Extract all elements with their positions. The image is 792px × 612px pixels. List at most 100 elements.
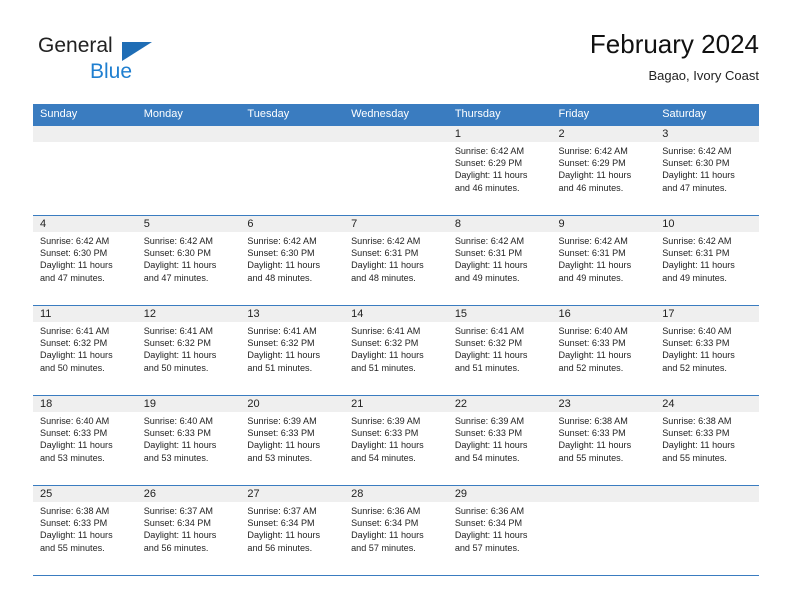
day-details: Sunrise: 6:40 AM Sunset: 6:33 PM Daylight:… (655, 322, 759, 374)
weekday-header-friday: Friday (551, 104, 656, 126)
calendar-day-cell[interactable]: 24 Sunrise: 6:38 AM Sunset: 6:33 PM Dayligh… (655, 395, 759, 486)
calendar-day-cell[interactable]: 14 Sunrise: 6:41 AM Sunset: 6:32 PM Dayligh… (344, 305, 448, 396)
daylight-text-line2: and 56 minutes. (143, 542, 209, 553)
daylight-text-line2: and 46 minutes. (558, 182, 624, 193)
calendar-day-cell[interactable]: 6 Sunrise: 6:42 AM Sunset: 6:30 PM Daylight… (240, 215, 345, 306)
calendar-day-cell[interactable]: 23 Sunrise: 6:38 AM Sunset: 6:33 PM Dayligh… (551, 395, 656, 486)
day-number: 7 (344, 216, 448, 232)
calendar-day-cell[interactable]: 5 Sunrise: 6:42 AM Sunset: 6:30 PM Daylight… (136, 215, 241, 306)
calendar-day-cell[interactable]: 21 Sunrise: 6:39 AM Sunset: 6:33 PM Dayligh… (344, 395, 448, 486)
daylight-text-line1: Daylight: 11 hours (454, 350, 528, 361)
day-details: Sunrise: 6:41 AM Sunset: 6:32 PM Daylight:… (448, 322, 552, 374)
daylight-text-line2: and 50 minutes. (40, 362, 105, 373)
calendar-day-cell[interactable]: 12 Sunrise: 6:41 AM Sunset: 6:32 PM Dayligh… (136, 305, 241, 396)
daylight-text-line2: and 54 minutes. (351, 452, 416, 463)
sunrise-text: Sunrise: 6:41 AM (40, 326, 110, 336)
calendar-day-cell[interactable]: 22 Sunrise: 6:39 AM Sunset: 6:33 PM Dayligh… (447, 395, 552, 486)
sunset-text: Sunset: 6:33 PM (558, 338, 626, 349)
calendar-cell-empty (551, 485, 656, 576)
sunset-text: Sunset: 6:32 PM (143, 338, 211, 349)
calendar-day-cell[interactable]: 29 Sunrise: 6:36 AM Sunset: 6:34 PM Dayligh… (447, 485, 552, 576)
calendar-day-cell[interactable]: 2 Sunrise: 6:42 AM Sunset: 6:29 PM Daylight… (551, 126, 656, 216)
daylight-text-line1: Daylight: 11 hours (454, 170, 528, 181)
daylight-text-line2: and 51 minutes. (454, 362, 520, 373)
calendar-day-cell[interactable]: 4 Sunrise: 6:42 AM Sunset: 6:30 PM Daylight… (33, 215, 137, 306)
calendar-day-cell[interactable]: 3 Sunrise: 6:42 AM Sunset: 6:30 PM Daylight… (655, 126, 759, 216)
day-number: 23 (551, 396, 656, 412)
sunrise-text: Sunrise: 6:38 AM (558, 416, 628, 426)
calendar-week-row: 25 Sunrise: 6:38 AM Sunset: 6:33 PM Dayligh… (33, 485, 759, 576)
calendar-day-cell[interactable]: 16 Sunrise: 6:40 AM Sunset: 6:33 PM Dayligh… (551, 305, 656, 396)
calendar-day-cell[interactable]: 15 Sunrise: 6:41 AM Sunset: 6:32 PM Dayligh… (447, 305, 552, 396)
day-details: Sunrise: 6:36 AM Sunset: 6:34 PM Daylight:… (448, 502, 552, 554)
calendar-day-cell[interactable]: 11 Sunrise: 6:41 AM Sunset: 6:32 PM Dayligh… (33, 305, 137, 396)
day-number: 15 (447, 306, 552, 322)
sunrise-text: Sunrise: 6:37 AM (143, 506, 213, 516)
sunset-text: Sunset: 6:33 PM (662, 428, 730, 439)
calendar-day-cell[interactable]: 26 Sunrise: 6:37 AM Sunset: 6:34 PM Dayligh… (136, 485, 241, 576)
daylight-text-line1: Daylight: 11 hours (454, 530, 528, 541)
day-number: 19 (136, 396, 241, 412)
day-number: 17 (655, 306, 759, 322)
daylight-text-line1: Daylight: 11 hours (143, 260, 217, 271)
calendar-day-cell[interactable]: 13 Sunrise: 6:41 AM Sunset: 6:32 PM Dayligh… (240, 305, 345, 396)
calendar-day-cell[interactable]: 19 Sunrise: 6:40 AM Sunset: 6:33 PM Dayligh… (136, 395, 241, 486)
calendar-cell-empty (655, 485, 759, 576)
calendar-day-cell[interactable]: 18 Sunrise: 6:40 AM Sunset: 6:33 PM Dayligh… (33, 395, 137, 486)
day-details: Sunrise: 6:39 AM Sunset: 6:33 PM Daylight:… (344, 412, 448, 464)
page-title: February 2024 (589, 29, 759, 59)
sunrise-text: Sunrise: 6:39 AM (351, 416, 421, 426)
daylight-text-line2: and 57 minutes. (454, 542, 520, 553)
calendar-day-cell[interactable]: 7 Sunrise: 6:42 AM Sunset: 6:31 PM Daylight… (344, 215, 448, 306)
calendar-day-cell[interactable]: 1 Sunrise: 6:42 AM Sunset: 6:29 PM Daylight… (447, 126, 552, 216)
day-details: Sunrise: 6:38 AM Sunset: 6:33 PM Daylight:… (33, 502, 137, 554)
day-number: 5 (136, 216, 241, 232)
daylight-text-line2: and 52 minutes. (662, 362, 727, 373)
sunrise-text: Sunrise: 6:42 AM (351, 236, 421, 246)
daylight-text-line2: and 55 minutes. (558, 452, 624, 463)
calendar-day-cell[interactable]: 17 Sunrise: 6:40 AM Sunset: 6:33 PM Dayligh… (655, 305, 759, 396)
day-number: 3 (655, 126, 759, 142)
sunset-text: Sunset: 6:30 PM (247, 248, 315, 259)
daylight-text-line2: and 47 minutes. (40, 272, 105, 283)
calendar-day-cell[interactable]: 28 Sunrise: 6:36 AM Sunset: 6:34 PM Dayligh… (344, 485, 448, 576)
day-number (551, 486, 656, 502)
sunrise-text: Sunrise: 6:38 AM (40, 506, 110, 516)
day-details: Sunrise: 6:42 AM Sunset: 6:31 PM Daylight:… (552, 232, 656, 284)
sunrise-text: Sunrise: 6:38 AM (662, 416, 732, 426)
calendar-day-cell[interactable]: 10 Sunrise: 6:42 AM Sunset: 6:31 PM Dayligh… (655, 215, 759, 306)
day-number: 27 (240, 486, 345, 502)
day-number: 28 (344, 486, 448, 502)
day-details: Sunrise: 6:41 AM Sunset: 6:32 PM Daylight:… (240, 322, 344, 374)
daylight-text-line1: Daylight: 11 hours (558, 170, 632, 181)
weekday-header-saturday: Saturday (655, 104, 759, 126)
daylight-text-line1: Daylight: 11 hours (558, 440, 632, 451)
day-number: 2 (551, 126, 656, 142)
title-block: February 2024 Bagao, Ivory Coast (590, 28, 759, 86)
daylight-text-line2: and 46 minutes. (454, 182, 520, 193)
day-details: Sunrise: 6:42 AM Sunset: 6:29 PM Daylight:… (552, 142, 656, 194)
day-details: Sunrise: 6:36 AM Sunset: 6:34 PM Daylight:… (344, 502, 448, 554)
daylight-text-line1: Daylight: 11 hours (40, 350, 113, 361)
calendar-week-row: 4 Sunrise: 6:42 AM Sunset: 6:30 PM Daylight… (33, 215, 759, 306)
calendar-day-cell[interactable]: 27 Sunrise: 6:37 AM Sunset: 6:34 PM Dayligh… (240, 485, 345, 576)
daylight-text-line1: Daylight: 11 hours (247, 440, 321, 451)
day-details: Sunrise: 6:42 AM Sunset: 6:30 PM Daylight:… (33, 232, 137, 284)
calendar-day-cell[interactable]: 8 Sunrise: 6:42 AM Sunset: 6:31 PM Daylight… (447, 215, 552, 306)
daylight-text-line2: and 53 minutes. (143, 452, 209, 463)
daylight-text-line1: Daylight: 11 hours (558, 350, 632, 361)
sunset-text: Sunset: 6:33 PM (454, 428, 523, 439)
daylight-text-line1: Daylight: 11 hours (351, 260, 424, 271)
daylight-text-line1: Daylight: 11 hours (247, 350, 321, 361)
sunset-text: Sunset: 6:32 PM (454, 338, 523, 349)
calendar-day-cell[interactable]: 9 Sunrise: 6:42 AM Sunset: 6:31 PM Daylight… (551, 215, 656, 306)
calendar-day-cell[interactable]: 20 Sunrise: 6:39 AM Sunset: 6:33 PM Dayligh… (240, 395, 345, 486)
calendar-day-cell[interactable]: 25 Sunrise: 6:38 AM Sunset: 6:33 PM Dayligh… (33, 485, 137, 576)
sunset-text: Sunset: 6:34 PM (351, 518, 419, 529)
sunset-text: Sunset: 6:31 PM (454, 248, 523, 259)
daylight-text-line2: and 53 minutes. (247, 452, 313, 463)
sunset-text: Sunset: 6:31 PM (351, 248, 419, 259)
sunrise-text: Sunrise: 6:42 AM (143, 236, 213, 246)
day-number (136, 126, 241, 142)
daylight-text-line2: and 50 minutes. (143, 362, 209, 373)
